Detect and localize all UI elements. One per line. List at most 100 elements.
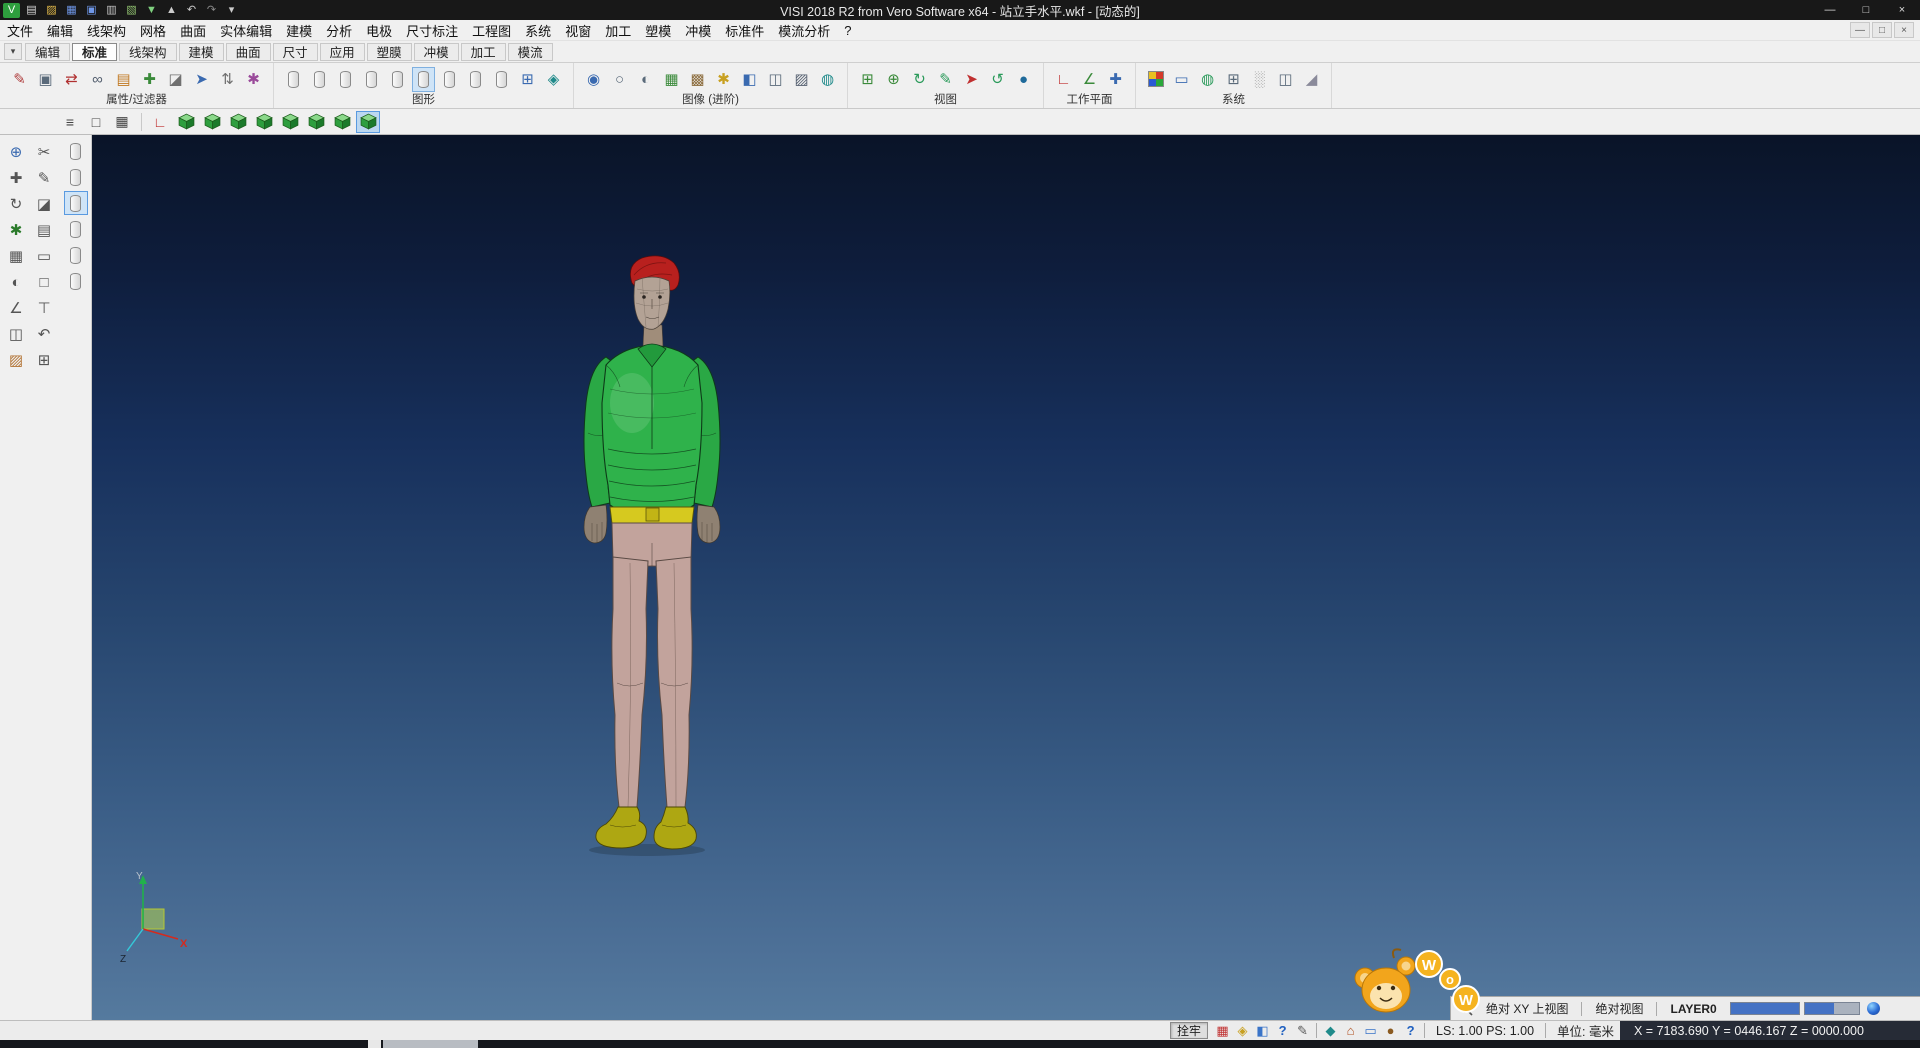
mirror-icon[interactable]: ◫ (4, 323, 28, 345)
iso-view-icon[interactable] (174, 111, 198, 133)
shaded-view-icon[interactable]: ◉ (582, 67, 605, 92)
menu-item-19[interactable]: ? (837, 20, 858, 40)
new-document-icon[interactable]: ▤ (23, 3, 40, 18)
snap-grid-icon[interactable]: ▦ (1214, 1022, 1231, 1039)
view-vector-icon[interactable]: ➤ (960, 67, 983, 92)
tab-标准[interactable]: 标准 (72, 43, 117, 61)
dynamic-view-icon[interactable] (356, 111, 380, 133)
redo-icon[interactable]: ↷ (203, 3, 220, 18)
advanced-image-icon[interactable]: ◍ (816, 67, 839, 92)
tab-dropdown-button[interactable]: ▾ (4, 43, 22, 60)
menu-item-14[interactable]: 加工 (598, 20, 638, 40)
workplane-view-icon[interactable]: ✚ (1104, 67, 1127, 92)
screen-icon[interactable]: ▭ (1362, 1022, 1379, 1039)
front-view-icon[interactable] (200, 111, 224, 133)
undo-sidebar-icon[interactable]: ↶ (32, 323, 56, 345)
menu-item-12[interactable]: 系统 (518, 20, 558, 40)
view-orientation-label[interactable]: 绝对 XY 上视图 (1480, 1000, 1574, 1017)
zoom-window-icon[interactable]: ⊞ (856, 67, 879, 92)
menu-item-13[interactable]: 视窗 (558, 20, 598, 40)
layer-cylinder-icon-7[interactable] (438, 67, 461, 92)
layer-cylinder-icon-3[interactable] (334, 67, 357, 92)
active-layer-label[interactable]: LAYER0 (1664, 1002, 1722, 1016)
erase-filter-icon[interactable]: ◪ (164, 67, 187, 92)
angle-icon[interactable]: ∠ (4, 297, 28, 319)
sketch-icon[interactable]: ✎ (32, 167, 56, 189)
maximize-button[interactable]: □ (1848, 0, 1884, 20)
query-icon[interactable]: ? (1274, 1022, 1291, 1039)
layer-cylinder-icon-9[interactable] (490, 67, 513, 92)
human-model[interactable] (562, 253, 742, 863)
rotate-view-icon[interactable]: ↻ (908, 67, 931, 92)
dot-grid-icon[interactable]: ░ (1248, 67, 1271, 92)
layer-cylinder-icon-8[interactable] (464, 67, 487, 92)
tab-曲面[interactable]: 曲面 (226, 43, 271, 61)
layer-cylinder-icon-1[interactable] (282, 67, 305, 92)
save-all-icon[interactable]: ▣ (83, 3, 100, 18)
rotate-icon[interactable]: ↻ (4, 193, 28, 215)
filter-cylinder-icon-6[interactable] (64, 269, 88, 293)
refresh-view-icon[interactable]: ↺ (986, 67, 1009, 92)
mdi-restore-button[interactable]: □ (1872, 22, 1892, 38)
clipboard-icon[interactable]: ⊞ (32, 349, 56, 371)
view-sphere-icon[interactable]: ● (1012, 67, 1035, 92)
color-palette-icon[interactable] (1144, 67, 1167, 92)
menu-item-8[interactable]: 分析 (319, 20, 359, 40)
print-icon[interactable]: ▥ (103, 3, 120, 18)
mdi-close-button[interactable]: × (1894, 22, 1914, 38)
section-view-icon[interactable]: ◧ (738, 67, 761, 92)
selection-filter-icon[interactable]: ➤ (190, 67, 213, 92)
menu-item-9[interactable]: 电极 (359, 20, 399, 40)
menu-item-11[interactable]: 工程图 (465, 20, 518, 40)
tab-尺寸[interactable]: 尺寸 (273, 43, 318, 61)
menu-item-18[interactable]: 模流分析 (771, 20, 837, 40)
viewport-3d[interactable]: Y X Z W o (92, 135, 1920, 1020)
layers-icon[interactable]: ▦ (4, 245, 28, 267)
menu-item-17[interactable]: 标准件 (718, 20, 771, 40)
export-icon[interactable]: ▲ (163, 3, 180, 18)
filter-cylinder-icon-3[interactable] (64, 191, 88, 215)
snapshot-icon[interactable]: ◫ (764, 67, 787, 92)
attribute-brush-icon[interactable]: ✱ (242, 67, 265, 92)
close-button[interactable]: × (1884, 0, 1920, 20)
qat-dropdown-icon[interactable]: ▾ (223, 3, 240, 18)
units-readout[interactable]: 单位: 毫米 (1551, 1021, 1620, 1040)
texture-icon[interactable]: ▩ (686, 67, 709, 92)
render-grid-icon[interactable]: ▦ (660, 67, 683, 92)
right-view-icon[interactable] (278, 111, 302, 133)
undo-icon[interactable]: ↶ (183, 3, 200, 18)
slope-icon[interactable]: ◢ (1300, 67, 1323, 92)
left-view-icon[interactable] (252, 111, 276, 133)
monitor-icon[interactable]: ▭ (1170, 67, 1193, 92)
visi-logo[interactable]: V (3, 3, 20, 18)
move-icon[interactable]: ✚ (4, 167, 28, 189)
mascot-toggle-icon[interactable]: ● (1382, 1022, 1399, 1039)
graphics-group-icon[interactable]: ⊞ (516, 67, 539, 92)
view-axes-icon[interactable]: ∟ (148, 111, 172, 133)
hidden-line-icon[interactable]: ◐ (634, 67, 657, 92)
layer-cylinder-icon-4[interactable] (360, 67, 383, 92)
menu-item-16[interactable]: 冲模 (678, 20, 718, 40)
delete-icon[interactable]: ◪ (32, 193, 56, 215)
menu-item-1[interactable]: 文件 (0, 20, 40, 40)
window-link-icon[interactable]: ◫ (1274, 67, 1297, 92)
menu-item-5[interactable]: 曲面 (173, 20, 213, 40)
layer-filter-icon[interactable]: ▤ (112, 67, 135, 92)
bottom-view-icon[interactable] (330, 111, 354, 133)
palette-icon[interactable]: ◧ (1254, 1022, 1271, 1039)
layer-cylinder-icon-2[interactable] (308, 67, 331, 92)
view-list-icon[interactable]: ≡ (58, 111, 82, 133)
tsquare-icon[interactable]: ⊤ (32, 297, 56, 319)
filter-cylinder-icon-2[interactable] (64, 165, 88, 189)
help-status-icon[interactable]: ? (1402, 1022, 1419, 1039)
menu-item-6[interactable]: 实体编辑 (213, 20, 279, 40)
wireframe-view-icon[interactable]: ○ (608, 67, 631, 92)
open-file-icon[interactable]: ▨ (43, 3, 60, 18)
link-attributes-icon[interactable]: ∞ (86, 67, 109, 92)
axis-triad[interactable]: Y X Z (116, 869, 192, 965)
tab-建模[interactable]: 建模 (179, 43, 224, 61)
menu-item-10[interactable]: 尺寸标注 (399, 20, 465, 40)
menu-item-15[interactable]: 塑模 (638, 20, 678, 40)
rectangle-icon[interactable]: □ (32, 271, 56, 293)
swap-attributes-icon[interactable]: ⇄ (60, 67, 83, 92)
